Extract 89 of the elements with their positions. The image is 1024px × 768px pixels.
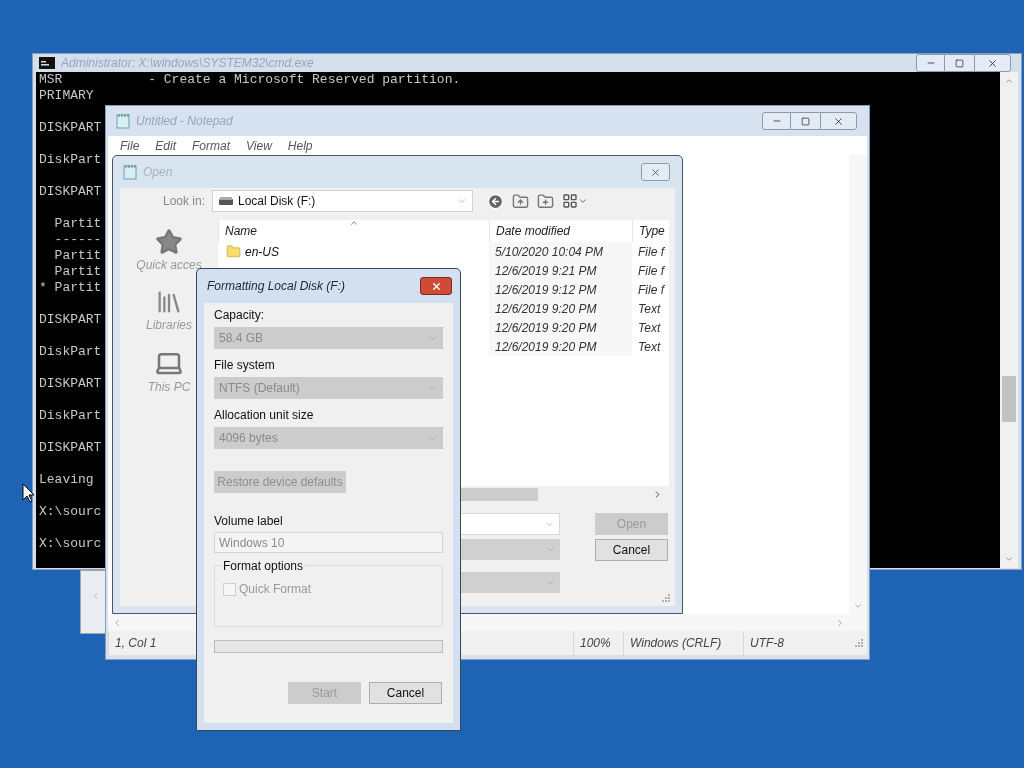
scrollbar[interactable]	[849, 155, 867, 614]
console-line: DISKPART	[39, 184, 102, 200]
notepad-icon	[116, 113, 130, 129]
square-icon	[955, 58, 964, 68]
close-icon	[650, 166, 661, 178]
field-label: Volume label	[214, 513, 284, 529]
column-header[interactable]: Type	[632, 220, 669, 242]
console-line: ------	[53, 232, 102, 248]
notepad-icon	[123, 164, 137, 180]
console-icon	[39, 57, 55, 69]
console-line: DISKPART	[39, 312, 102, 328]
menu-item[interactable]: Edit	[155, 136, 177, 155]
star-icon	[155, 228, 183, 256]
scroll-up-icon[interactable]	[1004, 76, 1014, 86]
table-cell-text: File f	[638, 243, 664, 261]
table-cell-text: File f	[638, 262, 664, 280]
scroll-right-icon[interactable]	[835, 617, 845, 628]
minimize-button[interactable]	[916, 54, 945, 72]
minimize-button[interactable]	[762, 112, 791, 130]
console-line: X:\sourc	[39, 504, 102, 520]
table-cell-text: File f	[638, 281, 664, 299]
status-text: 1, Col 1	[115, 635, 157, 652]
table-cell-text: 12/6/2019 9:12 PM	[495, 281, 597, 299]
table-cell-text: 12/6/2019 9:20 PM	[495, 338, 597, 356]
sort-indicator-icon	[349, 218, 359, 228]
close-icon	[833, 115, 844, 127]
console-line: DiskPart	[39, 344, 102, 360]
console-line: DiskPart	[39, 152, 102, 168]
console-line: DiskPart	[39, 408, 102, 424]
menu-item[interactable]: Help	[287, 136, 313, 155]
file-name[interactable]: en-US	[245, 242, 279, 261]
close-button[interactable]	[420, 277, 452, 295]
table-cell-text: 12/6/2019 9:21 PM	[495, 262, 597, 280]
look-in-label: Look in:	[161, 193, 206, 210]
menu-item[interactable]: File	[120, 136, 140, 155]
column-header[interactable]: Name	[218, 220, 489, 242]
window-title: Administrator: X:\windows\SYSTEM32\cmd.exe	[61, 55, 314, 72]
menu-item[interactable]: View	[246, 136, 272, 155]
status-text: 100%	[580, 635, 611, 652]
console-line: PRIMARY	[39, 88, 94, 104]
resize-grip-icon[interactable]	[854, 638, 864, 648]
console-line: Partit	[53, 264, 102, 280]
status-text: Windows (CRLF)	[630, 635, 722, 652]
folder-icon	[226, 244, 241, 259]
scroll-left-icon[interactable]	[112, 617, 122, 628]
console-line: DISKPART	[39, 376, 102, 392]
scrollbar[interactable]	[1000, 72, 1018, 568]
checkbox-label: Quick Format	[239, 581, 311, 598]
status-text: UTF-8	[750, 635, 784, 652]
console-line: * Partit	[39, 280, 102, 296]
scroll-down-icon[interactable]	[853, 601, 863, 611]
console-line: Leaving	[39, 472, 94, 488]
new-folder-icon[interactable]	[537, 192, 554, 210]
console-line: X:\sourc	[39, 536, 102, 552]
group-title: Format options	[221, 558, 306, 574]
field-label: Capacity:	[214, 307, 266, 323]
console-line: Partit	[53, 248, 102, 264]
table-cell-text: 12/6/2019 9:20 PM	[495, 319, 597, 337]
table-cell-text: 5/10/2020 10:04 PM	[495, 243, 604, 261]
field-label: File system	[214, 357, 276, 373]
view-menu-button[interactable]	[562, 193, 588, 209]
maximize-button[interactable]	[791, 112, 820, 130]
scroll-down-icon[interactable]	[1004, 554, 1014, 564]
maximize-button[interactable]	[945, 54, 974, 72]
drive-icon	[219, 197, 233, 205]
scroll-thumb[interactable]	[1002, 376, 1016, 422]
square-icon	[801, 116, 810, 126]
table-cell-text: 12/6/2019 9:20 PM	[495, 300, 597, 318]
dialog-button[interactable]: Cancel	[595, 539, 668, 561]
console-line: DISKPART	[39, 120, 102, 136]
console-line: Partit	[53, 216, 102, 232]
table-cell-text: Text	[638, 319, 661, 337]
folder-up-icon[interactable]	[512, 192, 529, 210]
window-title: Untitled - Notepad	[136, 113, 233, 130]
dialog-title: Formatting Local Disk (F:)	[207, 278, 346, 295]
back-icon[interactable]	[487, 192, 504, 210]
grid-icon	[562, 193, 578, 209]
dialog-button[interactable]: Cancel	[369, 682, 442, 704]
menu-item[interactable]: Format	[192, 136, 231, 155]
table-cell-text: Text	[638, 300, 661, 318]
console-line: MSR - Create a Microsoft Reserved partition.	[39, 72, 461, 88]
resize-grip-icon[interactable]	[661, 593, 671, 603]
table-cell-text: Text	[638, 338, 661, 356]
caret-icon	[578, 196, 588, 206]
close-icon	[430, 280, 442, 292]
field-label: Allocation unit size	[214, 407, 315, 423]
look-in-dropdown[interactable]: Local Disk (F:)	[212, 190, 473, 212]
console-line: DISKPART	[39, 440, 102, 456]
close-icon	[987, 57, 998, 69]
